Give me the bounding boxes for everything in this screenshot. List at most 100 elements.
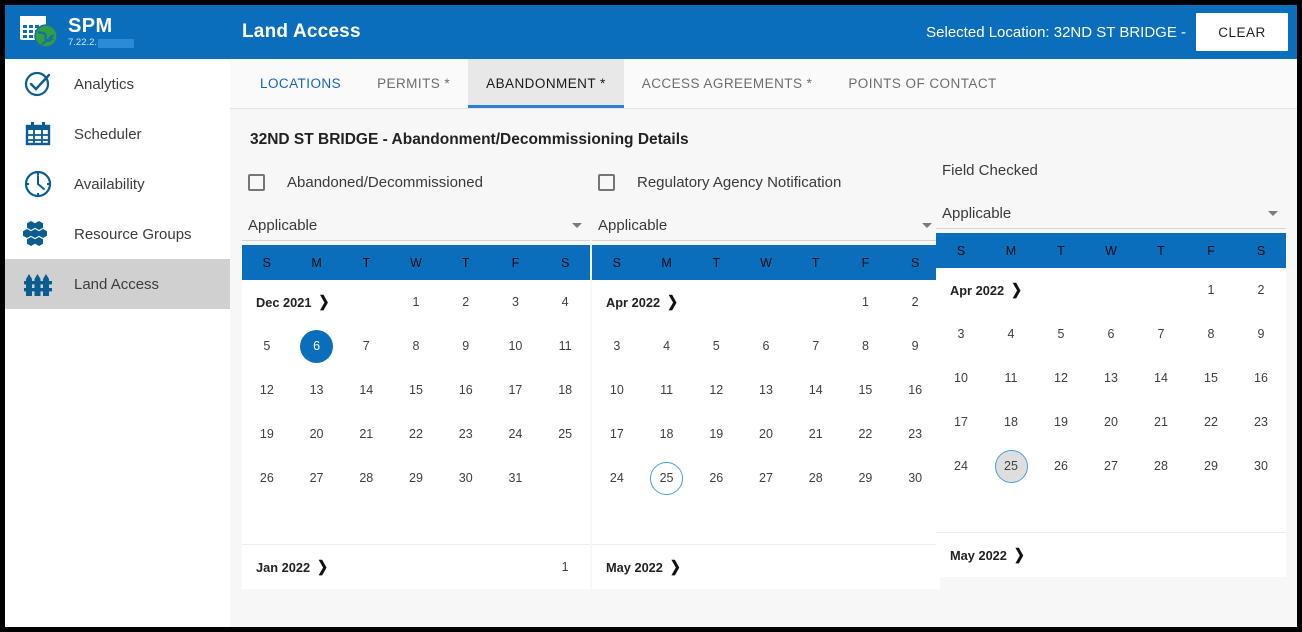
calendar-day-cell[interactable]: 3 xyxy=(592,324,642,368)
tab-locations[interactable]: LOCATIONS xyxy=(242,59,359,108)
calendar-day-cell[interactable]: 14 xyxy=(1136,356,1186,400)
calendar-day-cell[interactable]: 5 xyxy=(242,324,292,368)
calendar-day-cell[interactable]: 19 xyxy=(691,412,741,456)
calendar-day-cell[interactable]: 21 xyxy=(1136,400,1186,444)
calendar-day-cell[interactable]: 26 xyxy=(242,456,292,500)
calendar-day-cell[interactable]: 4 xyxy=(986,312,1036,356)
calendar-day-cell[interactable]: 26 xyxy=(1036,444,1086,488)
calendar-day-cell[interactable]: 30 xyxy=(890,456,940,500)
calendar-day-cell[interactable]: 7 xyxy=(791,324,841,368)
calendar-day-cell[interactable]: 2 xyxy=(890,280,940,324)
calendar-day-cell[interactable]: 24 xyxy=(936,444,986,488)
calendar-day-cell[interactable]: 1 xyxy=(540,545,590,589)
calendar-day-cell[interactable]: 15 xyxy=(391,368,441,412)
calendar-day-cell[interactable]: 15 xyxy=(1186,356,1236,400)
calendar-day-cell[interactable]: 27 xyxy=(741,456,791,500)
calendar-day-cell[interactable]: 10 xyxy=(491,324,541,368)
calendar-day-cell[interactable]: 7 xyxy=(341,324,391,368)
calendar-day-cell[interactable]: 6 xyxy=(1086,312,1136,356)
calendar-day-cell[interactable]: 16 xyxy=(441,368,491,412)
calendar-day-cell[interactable]: 17 xyxy=(491,368,541,412)
calendar-day-cell[interactable]: 20 xyxy=(741,412,791,456)
calendar-day-cell[interactable]: 13 xyxy=(1086,356,1136,400)
calendar-day-cell[interactable]: 5 xyxy=(1036,312,1086,356)
regulatory-agency-notification-checkbox[interactable] xyxy=(598,174,615,191)
calendar-day-cell[interactable]: 27 xyxy=(1086,444,1136,488)
calendar-day-cell[interactable]: 23 xyxy=(890,412,940,456)
month-nav-label[interactable]: Jan 2022❯ xyxy=(242,545,341,589)
sidebar-item-scheduler[interactable]: Scheduler xyxy=(5,109,230,159)
calendar-day-cell[interactable]: 20 xyxy=(1086,400,1136,444)
calendar-day-cell[interactable]: 23 xyxy=(441,412,491,456)
calendar-day-cell[interactable]: 11 xyxy=(540,324,590,368)
sidebar-item-resource-groups[interactable]: Resource Groups xyxy=(5,209,230,259)
calendar-day-cell[interactable]: 5 xyxy=(691,324,741,368)
calendar-day-cell[interactable]: 22 xyxy=(841,412,891,456)
calendar-day-cell[interactable]: 1 xyxy=(391,280,441,324)
calendar-day-cell[interactable]: 21 xyxy=(791,412,841,456)
month-nav-label[interactable]: May 2022❯ xyxy=(936,533,1036,577)
calendar-day-cell[interactable]: 28 xyxy=(1136,444,1186,488)
calendar-day-cell[interactable]: 16 xyxy=(890,368,940,412)
calendar-day-cell[interactable]: 7 xyxy=(1136,312,1186,356)
calendar-day-cell[interactable]: 19 xyxy=(242,412,292,456)
sidebar-item-analytics[interactable]: Analytics xyxy=(5,59,230,109)
calendar-day-cell[interactable]: 21 xyxy=(341,412,391,456)
calendar-day-cell[interactable]: 8 xyxy=(1186,312,1236,356)
calendar-day-cell[interactable]: 30 xyxy=(1236,444,1286,488)
abandoned-decommissioned-checkbox[interactable] xyxy=(248,174,265,191)
tab-abandonment[interactable]: ABANDONMENT * xyxy=(468,59,624,108)
calendar-day-cell[interactable]: 19 xyxy=(1036,400,1086,444)
applicable-select-2[interactable]: Applicable xyxy=(592,211,940,241)
calendar-day-cell[interactable]: 2 xyxy=(441,280,491,324)
calendar-day-cell[interactable]: 14 xyxy=(791,368,841,412)
calendar-day-cell[interactable]: 9 xyxy=(1236,312,1286,356)
calendar-day-cell[interactable]: 15 xyxy=(841,368,891,412)
calendar-day-cell[interactable]: 20 xyxy=(292,412,342,456)
calendar-day-cell[interactable]: 22 xyxy=(391,412,441,456)
calendar-day-cell[interactable]: 4 xyxy=(540,280,590,324)
calendar-day-cell[interactable]: 12 xyxy=(242,368,292,412)
month-nav-label[interactable]: May 2022❯ xyxy=(592,545,691,589)
calendar-day-cell[interactable]: 24 xyxy=(592,456,642,500)
calendar-day-cell[interactable]: 12 xyxy=(1036,356,1086,400)
calendar-day-cell[interactable]: 3 xyxy=(491,280,541,324)
calendar-day-cell[interactable]: 8 xyxy=(841,324,891,368)
calendar-day-cell[interactable]: 26 xyxy=(691,456,741,500)
calendar-day-cell[interactable]: 14 xyxy=(341,368,391,412)
calendar-day-cell[interactable]: 6 xyxy=(292,324,342,368)
applicable-select-3[interactable]: Applicable xyxy=(936,199,1286,229)
calendar-day-cell[interactable]: 11 xyxy=(986,356,1036,400)
calendar-day-cell[interactable]: 18 xyxy=(986,400,1036,444)
calendar-day-cell[interactable]: 9 xyxy=(890,324,940,368)
calendar-day-cell[interactable]: 25 xyxy=(642,456,692,500)
calendar-day-cell[interactable]: 30 xyxy=(441,456,491,500)
calendar-day-cell[interactable]: 12 xyxy=(691,368,741,412)
calendar-day-cell[interactable]: 23 xyxy=(1236,400,1286,444)
calendar-day-cell[interactable]: 17 xyxy=(592,412,642,456)
calendar-day-cell[interactable]: 18 xyxy=(642,412,692,456)
calendar-day-cell[interactable]: 10 xyxy=(592,368,642,412)
calendar-day-cell[interactable]: 2 xyxy=(1236,268,1286,312)
calendar-day-cell[interactable]: 29 xyxy=(841,456,891,500)
calendar-day-cell[interactable]: 29 xyxy=(391,456,441,500)
clear-button[interactable]: CLEAR xyxy=(1196,13,1288,51)
month-nav-label[interactable]: Apr 2022❯ xyxy=(936,268,1036,312)
calendar-day-cell[interactable]: 29 xyxy=(1186,444,1236,488)
sidebar-item-availability[interactable]: Availability xyxy=(5,159,230,209)
calendar-day-cell[interactable]: 28 xyxy=(341,456,391,500)
calendar-day-cell[interactable]: 18 xyxy=(540,368,590,412)
calendar-day-cell[interactable]: 16 xyxy=(1236,356,1286,400)
calendar-day-cell[interactable]: 25 xyxy=(986,444,1036,488)
calendar-day-cell[interactable]: 22 xyxy=(1186,400,1236,444)
calendar-day-cell[interactable]: 10 xyxy=(936,356,986,400)
calendar-day-cell[interactable]: 11 xyxy=(642,368,692,412)
calendar-day-cell[interactable]: 31 xyxy=(491,456,541,500)
calendar-day-cell[interactable]: 25 xyxy=(540,412,590,456)
calendar-day-cell[interactable]: 8 xyxy=(391,324,441,368)
calendar-day-cell[interactable]: 24 xyxy=(491,412,541,456)
calendar-day-cell[interactable]: 1 xyxy=(1186,268,1236,312)
sidebar-item-land-access[interactable]: Land Access xyxy=(5,259,230,309)
calendar-day-cell[interactable]: 27 xyxy=(292,456,342,500)
calendar-day-cell[interactable]: 1 xyxy=(841,280,891,324)
